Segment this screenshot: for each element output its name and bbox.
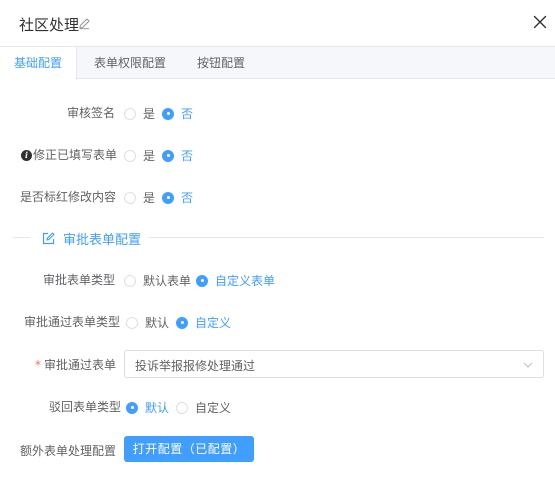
required-asterisk: * xyxy=(35,358,41,372)
edit-square-icon xyxy=(42,232,55,245)
modify-filled-form-yes-radio[interactable]: 是 xyxy=(124,147,155,164)
chevron-down-icon xyxy=(523,362,533,368)
open-config-button[interactable]: 打开配置（已配置） xyxy=(124,436,254,462)
approval-form-type-default-radio[interactable]: 默认表单 xyxy=(124,272,191,289)
review-signature-label: 审核签名 xyxy=(67,106,116,120)
radio-checked-icon xyxy=(176,316,188,329)
radio-checked-icon xyxy=(196,274,208,287)
radio-checked-icon xyxy=(162,107,174,120)
radio-circle-icon xyxy=(124,107,136,120)
section-divider-right xyxy=(148,237,544,238)
radio-circle-icon xyxy=(126,316,138,329)
radio-label: 自定义表单 xyxy=(215,274,276,288)
radio-circle-icon xyxy=(124,191,136,204)
radio-label: 否 xyxy=(181,149,194,163)
approval-form-type-custom-radio[interactable]: 自定义表单 xyxy=(196,272,275,289)
pass-form-type-label: 审批通过表单类型 xyxy=(24,315,121,329)
radio-checked-icon xyxy=(162,191,174,204)
radio-label: 默认 xyxy=(145,401,170,415)
radio-circle-icon xyxy=(176,401,188,414)
reject-form-type-custom-radio[interactable]: 自定义 xyxy=(176,399,231,416)
radio-checked-icon xyxy=(126,401,138,414)
radio-label: 默认 xyxy=(145,316,170,330)
modify-filled-form-label-text: 修正已填写表单 xyxy=(33,148,118,162)
radio-label: 自定义 xyxy=(195,401,232,415)
radio-checked-icon xyxy=(162,149,174,162)
config-tabs: 基础配置 表单权限配置 按钮配置 xyxy=(0,46,555,80)
modify-filled-form-no-radio[interactable]: 否 xyxy=(162,147,193,164)
radio-label: 自定义 xyxy=(195,316,232,330)
info-icon[interactable]: i xyxy=(21,150,32,161)
pass-form-type-custom-radio[interactable]: 自定义 xyxy=(176,314,231,331)
radio-label: 默认表单 xyxy=(143,274,192,288)
extra-form-label: 额外表单处理配置 xyxy=(20,444,117,458)
mark-red-changes-no-radio[interactable]: 否 xyxy=(162,189,193,206)
mark-red-changes-yes-radio[interactable]: 是 xyxy=(124,189,155,206)
mark-red-changes-label: 是否标红修改内容 xyxy=(20,190,117,204)
review-signature-no-radio[interactable]: 否 xyxy=(162,105,193,122)
radio-label: 否 xyxy=(181,191,194,205)
radio-label: 否 xyxy=(181,107,194,121)
approval-section-title: 审批表单配置 xyxy=(42,229,141,248)
pass-form-label: * 审批通过表单 xyxy=(35,356,116,373)
pass-form-select-value: 投诉举报报修处理通过 xyxy=(135,359,256,373)
tab-basic-config[interactable]: 基础配置 xyxy=(0,47,77,80)
approval-section-title-text: 审批表单配置 xyxy=(63,233,142,248)
dialog-title: 社区处理 xyxy=(19,16,80,34)
pass-form-type-default-radio[interactable]: 默认 xyxy=(126,314,169,331)
reject-form-type-label: 驳回表单类型 xyxy=(49,400,122,414)
radio-circle-icon xyxy=(124,274,136,287)
pass-form-label-text: 审批通过表单 xyxy=(44,358,117,372)
tab-form-permission-config[interactable]: 表单权限配置 xyxy=(88,47,172,79)
close-icon[interactable] xyxy=(533,15,547,29)
radio-label: 是 xyxy=(143,191,156,205)
review-signature-yes-radio[interactable]: 是 xyxy=(124,105,155,122)
radio-label: 是 xyxy=(143,149,156,163)
pass-form-select[interactable]: 投诉举报报修处理通过 xyxy=(124,350,544,378)
dialog-header: 社区处理 xyxy=(0,0,555,46)
approval-form-type-label: 审批表单类型 xyxy=(43,273,116,287)
radio-label: 是 xyxy=(143,107,156,121)
section-divider-left xyxy=(13,237,30,238)
community-process-dialog: 社区处理 基础配置 表单权限配置 按钮配置 审核签名 是 否 i 修正已填写表单 … xyxy=(0,0,555,480)
edit-pencil-icon[interactable] xyxy=(78,17,91,30)
tab-button-config[interactable]: 按钮配置 xyxy=(186,47,256,79)
reject-form-type-default-radio[interactable]: 默认 xyxy=(126,399,169,416)
radio-circle-icon xyxy=(124,149,136,162)
modify-filled-form-label: i 修正已填写表单 xyxy=(21,146,117,163)
